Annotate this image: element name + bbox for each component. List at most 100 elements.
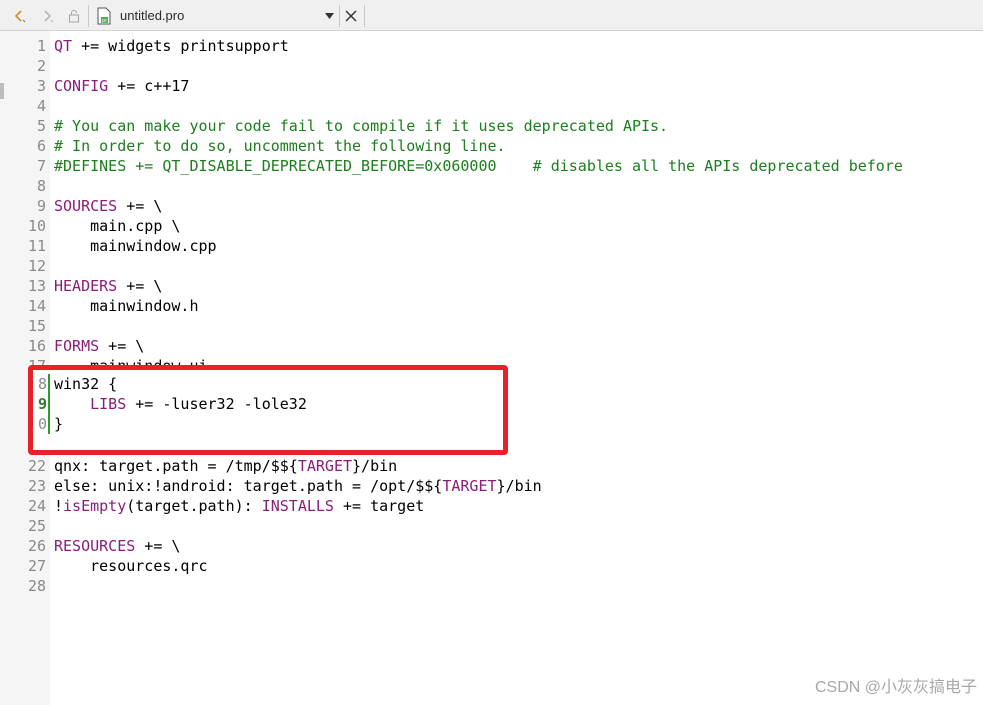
code-text: (target.path): [126, 497, 262, 515]
code-content: mainwindow.h [54, 296, 198, 316]
highlighted-code-line: 0} [33, 414, 503, 434]
code-content: resources.qrc [54, 556, 207, 576]
forward-button[interactable] [36, 6, 58, 26]
code-keyword: RESOURCES [54, 537, 136, 555]
line-number: 16 [27, 337, 46, 355]
code-text: }/bin [496, 477, 542, 495]
line-number: 7 [36, 157, 46, 175]
back-button[interactable] [8, 6, 30, 26]
code-line[interactable]: 22 qnx: target.path = /tmp/$${TARGET}/bin [0, 456, 983, 476]
code-text: } [54, 415, 64, 433]
lock-button[interactable] [64, 6, 84, 26]
code-content: } [54, 414, 63, 434]
code-comment: # You can make your code fail to compile… [54, 117, 669, 135]
code-keyword: TARGET [442, 477, 497, 495]
triangle-down-icon [324, 13, 334, 19]
code-content: win32 { [54, 374, 117, 394]
code-keyword: LIBS [90, 395, 127, 413]
line-number: 24 [27, 497, 46, 515]
code-line[interactable]: 14 mainwindow.h [0, 296, 983, 316]
line-number: 4 [36, 97, 46, 115]
code-line[interactable]: 5 # You can make your code fail to compil… [0, 116, 983, 136]
code-content: else: unix:!android: target.path = /opt/… [54, 476, 542, 496]
code-line[interactable]: 8 [0, 176, 983, 196]
code-editor[interactable]: 1 QT += widgets printsupport 2 3 CONFIG += c… [0, 36, 983, 596]
code-line[interactable]: 7 #DEFINES += QT_DISABLE_DEPRECATED_BEFOR… [0, 156, 983, 176]
code-content: main.cpp \ [54, 216, 180, 236]
pro-file-icon: pr [97, 7, 111, 25]
line-number: 9 [36, 197, 46, 215]
code-content: #DEFINES += QT_DISABLE_DEPRECATED_BEFORE… [54, 156, 903, 176]
code-content: mainwindow.cpp [54, 236, 217, 256]
code-content: LIBS += -luser32 -lole32 [54, 394, 307, 414]
line-number: 10 [27, 217, 46, 235]
line-number: 23 [27, 477, 46, 495]
line-number: 14 [27, 297, 46, 315]
code-keyword: QT [54, 37, 73, 55]
change-marker [48, 374, 50, 394]
code-content: # You can make your code fail to compile… [54, 116, 668, 136]
code-line[interactable]: 11 mainwindow.cpp [0, 236, 983, 256]
code-line[interactable]: 28 [0, 576, 983, 596]
code-line[interactable]: 24 !isEmpty(target.path): INSTALLS += tar… [0, 496, 983, 516]
chevron-right-icon [44, 10, 54, 23]
code-line[interactable]: 13 HEADERS += \ [0, 276, 983, 296]
file-name[interactable]: untitled.pro [120, 8, 184, 23]
code-keyword: FORMS [54, 337, 100, 355]
line-number: 5 [36, 117, 46, 135]
lock-icon [69, 10, 79, 23]
line-number: 25 [27, 517, 46, 535]
toolbar-divider [364, 5, 365, 27]
code-keyword: INSTALLS [261, 497, 334, 515]
code-content: HEADERS += \ [54, 276, 162, 296]
code-line[interactable]: 9 SOURCES += \ [0, 196, 983, 216]
code-text: += \ [117, 197, 163, 215]
line-number: 8 [38, 375, 48, 393]
code-keyword: HEADERS [54, 277, 118, 295]
code-line[interactable]: 25 [0, 516, 983, 536]
file-dropdown[interactable] [322, 6, 336, 26]
code-text: += \ [99, 337, 145, 355]
code-line[interactable]: 1 QT += widgets printsupport [0, 36, 983, 56]
code-line[interactable]: 6 # In order to do so, uncomment the foll… [0, 136, 983, 156]
code-line[interactable]: 26 RESOURCES += \ [0, 536, 983, 556]
toolbar-divider [339, 5, 340, 27]
close-button[interactable] [342, 6, 360, 26]
change-marker [48, 414, 50, 434]
code-text: qnx: target.path = /tmp/$${ [54, 457, 298, 475]
highlight-box: 8 win32 {9 LIBS += -luser32 -lole32 0} [28, 365, 508, 455]
line-number: 6 [36, 137, 46, 155]
code-text: += \ [135, 537, 181, 555]
code-line[interactable]: 3 CONFIG += c++17 [0, 76, 983, 96]
code-line[interactable]: 27 resources.qrc [0, 556, 983, 576]
code-line[interactable]: 4 [0, 96, 983, 116]
code-text: else: unix:!android: target.path = /opt/… [54, 477, 443, 495]
code-line[interactable]: 2 [0, 56, 983, 76]
code-content: FORMS += \ [54, 336, 144, 356]
line-number: 2 [36, 57, 46, 75]
code-line[interactable]: 12 [0, 256, 983, 276]
code-comment: # In order to do so, uncomment the follo… [54, 137, 506, 155]
code-line[interactable]: 23 else: unix:!android: target.path = /op… [0, 476, 983, 496]
line-number: 0 [38, 415, 48, 433]
line-number: 1 [36, 37, 46, 55]
file-type: pr [94, 6, 114, 26]
code-content: qnx: target.path = /tmp/$${TARGET}/bin [54, 456, 397, 476]
code-keyword: TARGET [297, 457, 353, 475]
code-line[interactable]: 10 main.cpp \ [0, 216, 983, 236]
code-content: RESOURCES += \ [54, 536, 180, 556]
highlighted-code-line: 8 win32 { [33, 374, 503, 394]
code-keyword: CONFIG [54, 77, 109, 95]
code-content: # In order to do so, uncomment the follo… [54, 136, 506, 156]
code-line[interactable]: 16 FORMS += \ [0, 336, 983, 356]
code-text: += target [333, 497, 425, 515]
chevron-left-icon [14, 10, 26, 23]
code-comment: #DEFINES += QT_DISABLE_DEPRECATED_BEFORE… [54, 157, 903, 175]
code-text: mainwindow.cpp [54, 237, 217, 255]
code-line[interactable]: 15 [0, 316, 983, 336]
code-text: main.cpp \ [54, 217, 181, 235]
line-number: 28 [27, 577, 46, 595]
line-number: 26 [27, 537, 46, 555]
code-text: ! [54, 497, 64, 515]
